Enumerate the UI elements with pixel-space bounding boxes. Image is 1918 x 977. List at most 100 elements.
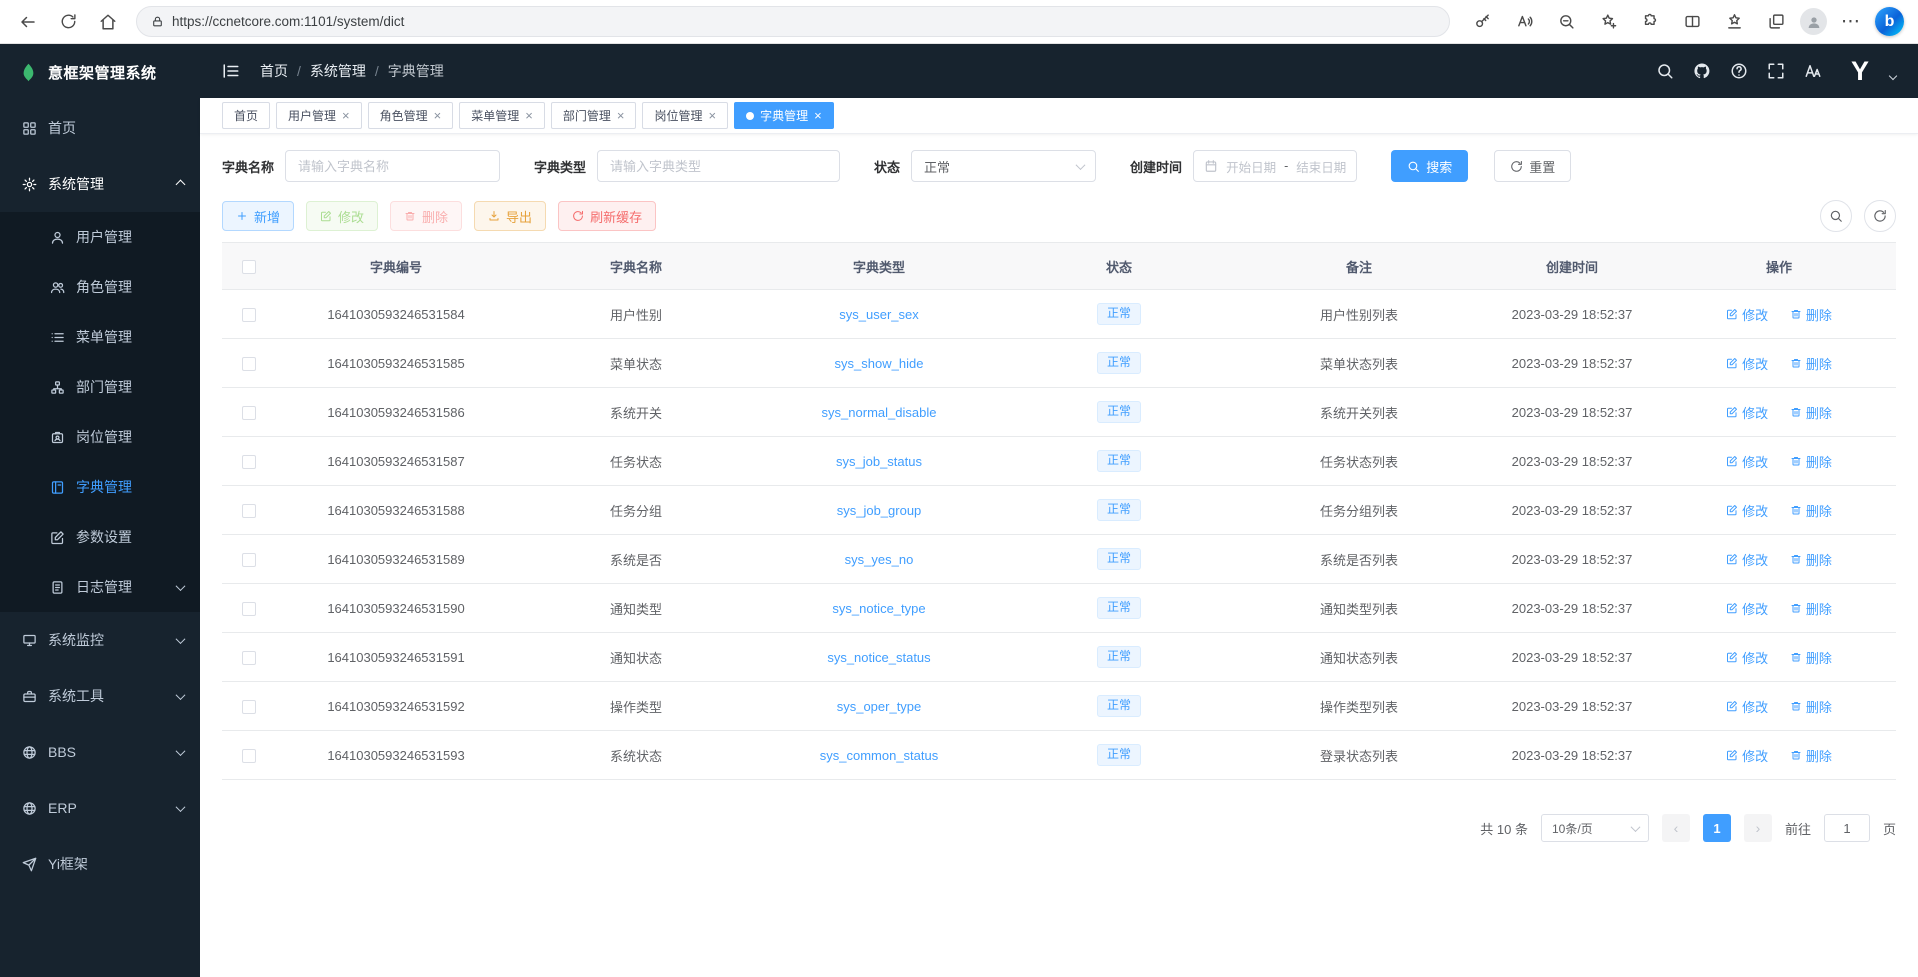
search-button[interactable]: 搜索 xyxy=(1391,150,1468,182)
font-size-icon[interactable] xyxy=(1804,62,1822,80)
row-edit-button[interactable]: 修改 xyxy=(1726,697,1768,716)
add-button[interactable]: 新增 xyxy=(222,201,294,231)
row-delete-button[interactable]: 删除 xyxy=(1790,697,1832,716)
favorites-icon[interactable] xyxy=(1716,5,1752,39)
row-checkbox[interactable] xyxy=(242,553,256,567)
row-edit-button[interactable]: 修改 xyxy=(1726,305,1768,324)
sidebar-item-param-settings[interactable]: 参数设置 xyxy=(0,512,200,562)
sidebar-item-log-mgmt[interactable]: 日志管理 xyxy=(0,562,200,612)
row-delete-button[interactable]: 删除 xyxy=(1790,403,1832,422)
tab-dept-mgmt[interactable]: 部门管理× xyxy=(551,102,637,129)
goto-page-input[interactable] xyxy=(1824,814,1870,842)
tab-post-mgmt[interactable]: 岗位管理× xyxy=(642,102,728,129)
tab-menu-mgmt[interactable]: 菜单管理× xyxy=(459,102,545,129)
toggle-search-button[interactable] xyxy=(1820,200,1852,232)
row-edit-button[interactable]: 修改 xyxy=(1726,501,1768,520)
row-delete-button[interactable]: 删除 xyxy=(1790,501,1832,520)
close-icon[interactable]: × xyxy=(342,109,350,122)
close-icon[interactable]: × xyxy=(814,109,822,122)
row-checkbox[interactable] xyxy=(242,651,256,665)
row-delete-button[interactable]: 删除 xyxy=(1790,599,1832,618)
sidebar-item-dept-mgmt[interactable]: 部门管理 xyxy=(0,362,200,412)
select-all-checkbox[interactable] xyxy=(242,260,256,274)
dict-type-link[interactable]: sys_yes_no xyxy=(845,552,914,567)
edit-button[interactable]: 修改 xyxy=(306,201,378,231)
current-page-button[interactable]: 1 xyxy=(1703,814,1731,842)
user-logo[interactable]: Y xyxy=(1851,58,1869,85)
row-checkbox[interactable] xyxy=(242,308,256,322)
sidebar-item-dict-mgmt[interactable]: 字典管理 xyxy=(0,462,200,512)
close-icon[interactable]: × xyxy=(708,109,716,122)
row-edit-button[interactable]: 修改 xyxy=(1726,452,1768,471)
row-edit-button[interactable]: 修改 xyxy=(1726,599,1768,618)
dict-type-link[interactable]: sys_job_group xyxy=(837,503,922,518)
dict-type-link[interactable]: sys_common_status xyxy=(820,748,939,763)
sidebar-item-system-tools[interactable]: 系统工具 xyxy=(0,668,200,724)
back-button[interactable] xyxy=(10,5,46,39)
status-select[interactable]: 正常 xyxy=(911,150,1096,182)
bing-chat-icon[interactable]: b xyxy=(1875,7,1904,36)
row-edit-button[interactable]: 修改 xyxy=(1726,354,1768,373)
row-checkbox[interactable] xyxy=(242,602,256,616)
help-icon[interactable] xyxy=(1730,62,1748,80)
row-checkbox[interactable] xyxy=(242,455,256,469)
tab-home[interactable]: 首页 xyxy=(222,102,270,129)
dict-name-input[interactable] xyxy=(285,150,500,182)
dict-type-link[interactable]: sys_normal_disable xyxy=(822,405,937,420)
row-edit-button[interactable]: 修改 xyxy=(1726,746,1768,765)
tab-role-mgmt[interactable]: 角色管理× xyxy=(368,102,454,129)
more-icon[interactable]: ⋯ xyxy=(1833,5,1869,39)
fullscreen-icon[interactable] xyxy=(1767,62,1785,80)
row-delete-button[interactable]: 删除 xyxy=(1790,452,1832,471)
dict-type-link[interactable]: sys_notice_type xyxy=(832,601,925,616)
refresh-button[interactable] xyxy=(50,5,86,39)
home-button[interactable] xyxy=(90,5,126,39)
add-favorite-icon[interactable] xyxy=(1590,5,1626,39)
row-edit-button[interactable]: 修改 xyxy=(1726,403,1768,422)
row-checkbox[interactable] xyxy=(242,504,256,518)
date-range-picker[interactable]: 开始日期 - 结束日期 xyxy=(1193,150,1357,182)
sidebar-item-user-mgmt[interactable]: 用户管理 xyxy=(0,212,200,262)
sidebar-item-yi-framework[interactable]: Yi框架 xyxy=(0,836,200,892)
row-delete-button[interactable]: 删除 xyxy=(1790,648,1832,667)
row-checkbox[interactable] xyxy=(242,406,256,420)
extensions-icon[interactable] xyxy=(1632,5,1668,39)
close-icon[interactable]: × xyxy=(525,109,533,122)
row-delete-button[interactable]: 删除 xyxy=(1790,746,1832,765)
row-delete-button[interactable]: 删除 xyxy=(1790,354,1832,373)
github-icon[interactable] xyxy=(1693,62,1711,80)
row-edit-button[interactable]: 修改 xyxy=(1726,550,1768,569)
profile-avatar[interactable] xyxy=(1800,8,1827,35)
row-delete-button[interactable]: 删除 xyxy=(1790,305,1832,324)
refresh-cache-button[interactable]: 刷新缓存 xyxy=(558,201,656,231)
sidebar-item-erp[interactable]: ERP xyxy=(0,780,200,836)
sidebar-item-role-mgmt[interactable]: 角色管理 xyxy=(0,262,200,312)
key-icon[interactable] xyxy=(1464,5,1500,39)
delete-button[interactable]: 删除 xyxy=(390,201,462,231)
sidebar-item-post-mgmt[interactable]: 岗位管理 xyxy=(0,412,200,462)
row-checkbox[interactable] xyxy=(242,700,256,714)
row-checkbox[interactable] xyxy=(242,357,256,371)
dict-type-link[interactable]: sys_user_sex xyxy=(839,307,918,322)
row-delete-button[interactable]: 删除 xyxy=(1790,550,1832,569)
search-icon[interactable] xyxy=(1656,62,1674,80)
breadcrumb-home[interactable]: 首页 xyxy=(260,61,288,81)
reset-button[interactable]: 重置 xyxy=(1494,150,1571,182)
dict-type-link[interactable]: sys_job_status xyxy=(836,454,922,469)
prev-page-button[interactable]: ‹ xyxy=(1662,814,1690,842)
page-size-select[interactable]: 10条/页 xyxy=(1541,814,1649,842)
dict-type-input[interactable] xyxy=(597,150,840,182)
refresh-table-button[interactable] xyxy=(1864,200,1896,232)
collections-icon[interactable] xyxy=(1758,5,1794,39)
dict-type-link[interactable]: sys_show_hide xyxy=(835,356,924,371)
address-bar[interactable]: https://ccnetcore.com:1101/system/dict xyxy=(136,6,1450,37)
dict-type-link[interactable]: sys_notice_status xyxy=(827,650,930,665)
next-page-button[interactable]: › xyxy=(1744,814,1772,842)
sidebar-item-menu-mgmt[interactable]: 菜单管理 xyxy=(0,312,200,362)
read-aloud-icon[interactable] xyxy=(1506,5,1542,39)
tab-dict-mgmt[interactable]: 字典管理× xyxy=(734,102,834,129)
row-checkbox[interactable] xyxy=(242,749,256,763)
row-edit-button[interactable]: 修改 xyxy=(1726,648,1768,667)
close-icon[interactable]: × xyxy=(434,109,442,122)
sidebar-item-system-monitor[interactable]: 系统监控 xyxy=(0,612,200,668)
